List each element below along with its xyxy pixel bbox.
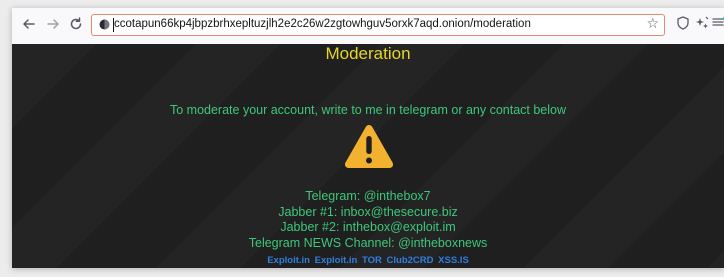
address-bar[interactable]: ccotapun66kp4jbpzbrhxepltuzjlh2e2c26w2zg… (91, 14, 665, 36)
browser-window: ccotapun66kp4jbpzbrhxepltuzjlh2e2c26w2zg… (12, 8, 724, 268)
tor-onion-site-icon[interactable] (99, 19, 110, 30)
contact-telegram: Telegram: @inthebox7 (305, 189, 431, 203)
link-tor[interactable]: TOR (362, 255, 382, 266)
contact-jabber-1: Jabber #1: inbox@thesecure.biz (278, 204, 458, 219)
hamburger-menu-icon[interactable] (709, 16, 724, 34)
browser-toolbar: ccotapun66kp4jbpzbrhxepltuzjlh2e2c26w2zg… (12, 8, 724, 44)
warning-triangle-icon (344, 125, 394, 168)
intro-text: To moderate your account, write to me in… (169, 103, 567, 117)
arrow-right-icon (47, 19, 59, 29)
contacts-list: Telegram: @inthebox7 Jabber #1: inbox@th… (12, 189, 724, 251)
link-exploit-in-2[interactable]: Exploit.in (315, 255, 358, 266)
page-content: Moderation To moderate your account, wri… (12, 44, 724, 268)
shield-icon[interactable] (674, 16, 692, 34)
contact-telegram-news: Telegram NEWS Channel: @intheboxnews (248, 235, 488, 250)
arrow-left-icon (23, 19, 35, 29)
forum-links: Exploit.in Exploit.in TOR Club2CRD XSS.I… (12, 255, 724, 266)
reload-button[interactable] (67, 17, 85, 35)
link-exploit-in-1[interactable]: Exploit.in (267, 255, 310, 266)
back-button[interactable] (20, 17, 38, 35)
page-title: Moderation (325, 44, 411, 63)
link-club2crd[interactable]: Club2CRD (387, 255, 434, 266)
link-xss-is[interactable]: XSS.IS (438, 255, 469, 266)
star-icon[interactable]: ☆ (646, 16, 659, 32)
url-text[interactable]: ccotapun66kp4jbpzbrhxepltuzjlh2e2c26w2zg… (114, 18, 531, 30)
reload-icon (70, 17, 82, 30)
forward-button[interactable] (44, 17, 62, 35)
contact-jabber-2: Jabber #2: inthebox@exploit.im (280, 220, 456, 234)
